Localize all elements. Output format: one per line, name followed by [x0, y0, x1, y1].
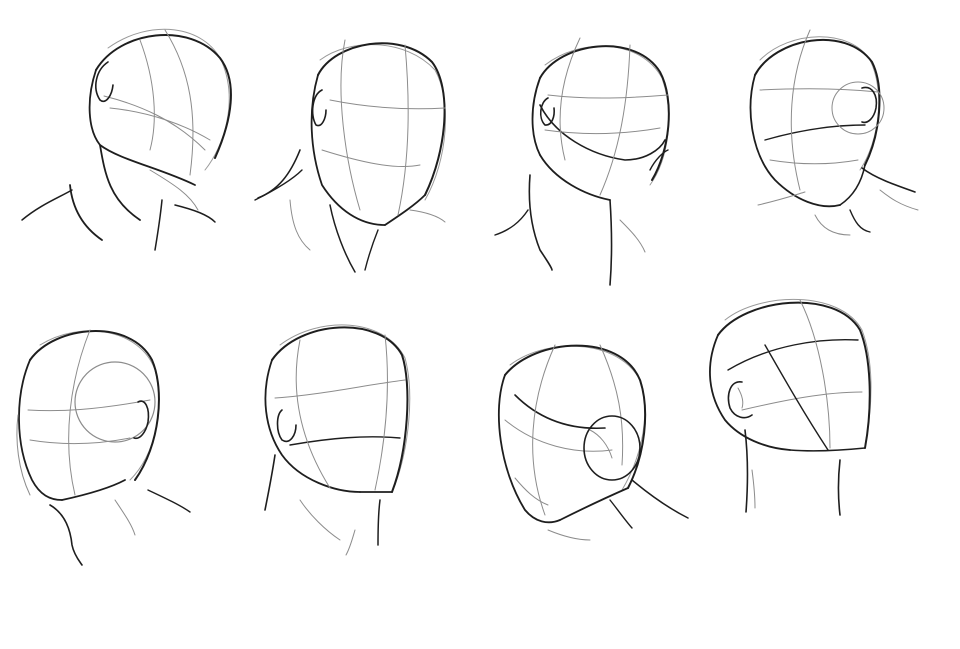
- head-sketch-5: [16, 329, 191, 566]
- sketch-sheet: [0, 0, 960, 649]
- sketch-canvas: [16, 28, 919, 566]
- head-sketch-1: [21, 28, 232, 251]
- head-sketch-7: [497, 344, 689, 541]
- head-sketch-4: [749, 29, 919, 236]
- head-sketch-8: [709, 299, 872, 516]
- head-sketch-3: [494, 37, 670, 286]
- head-sketch-6: [264, 324, 411, 556]
- head-sketch-2: [254, 39, 446, 273]
